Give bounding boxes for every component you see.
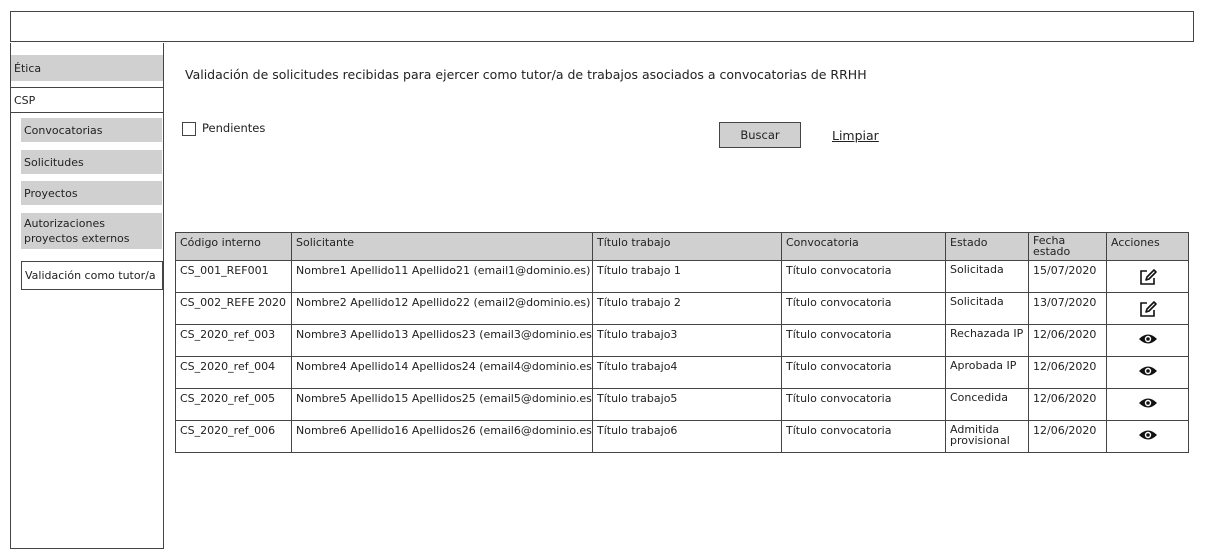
cell-estado: Concedida (945, 388, 1029, 421)
cell-solicitante: Nombre6 Apellido16 Apellidos26 (email6@d… (291, 420, 593, 453)
sidebar-item-label: Autorizaciones proyectos externos (24, 217, 130, 245)
cell-titulo: Título trabajo 1 (592, 260, 782, 293)
cell-solicitante: Nombre4 Apellido14 Apellidos24 (email4@d… (291, 356, 593, 389)
cell-fecha: 15/07/2020 (1028, 260, 1107, 293)
sidebar-item-csp[interactable]: CSP (10, 87, 164, 113)
table-row: CS_2020_ref_004 Nombre4 Apellido14 Apelli… (175, 356, 1189, 389)
sidebar-item-etica[interactable]: Ética (11, 55, 163, 81)
cell-solicitante: Nombre2 Apellido12 Apellido22 (email2@do… (291, 292, 593, 325)
results-table: Código interno Solicitante Título trabaj… (175, 232, 1189, 453)
top-bar (10, 11, 1194, 42)
cell-acciones (1106, 388, 1189, 421)
header-convocatoria[interactable]: Convocatoria (781, 232, 946, 261)
eye-icon[interactable] (1138, 428, 1158, 445)
cell-codigo: CS_2020_ref_003 (175, 324, 292, 357)
sidebar-item-proyectos[interactable]: Proyectos (21, 181, 162, 205)
sidebar-item-label: Validación como tutor/a (25, 269, 156, 282)
sidebar-item-label: CSP (14, 93, 36, 107)
cell-titulo: Título trabajo5 (592, 388, 782, 421)
cell-acciones (1106, 356, 1189, 389)
cell-solicitante: Nombre1 Apellido11 Apellido21 (email1@do… (291, 260, 593, 293)
cell-titulo: Título trabajo6 (592, 420, 782, 453)
header-acciones: Acciones (1106, 232, 1189, 261)
table-row: CS_2020_ref_003 Nombre3 Apellido13 Apelli… (175, 324, 1189, 357)
sidebar-item-label: Solicitudes (24, 155, 84, 169)
cell-convocatoria: Título convocatoria (781, 388, 946, 421)
edit-icon[interactable] (1138, 268, 1158, 289)
cell-acciones (1106, 420, 1189, 453)
header-estado[interactable]: Estado (945, 232, 1029, 261)
cell-estado: Solicitada (945, 260, 1029, 293)
table-header-row: Código interno Solicitante Título trabaj… (175, 232, 1189, 261)
eye-icon[interactable] (1138, 396, 1158, 413)
eye-icon[interactable] (1138, 332, 1158, 349)
search-button[interactable]: Buscar (719, 122, 801, 148)
cell-solicitante: Nombre5 Apellido15 Apellidos25 (email5@d… (291, 388, 593, 421)
sidebar-item-convocatorias[interactable]: Convocatorias (21, 118, 162, 142)
cell-convocatoria: Título convocatoria (781, 420, 946, 453)
cell-fecha: 12/06/2020 (1028, 388, 1107, 421)
cell-convocatoria: Título convocatoria (781, 260, 946, 293)
eye-icon[interactable] (1138, 364, 1158, 381)
edit-icon[interactable] (1138, 300, 1158, 321)
cell-convocatoria: Título convocatoria (781, 324, 946, 357)
cell-acciones (1106, 260, 1189, 293)
sidebar-item-solicitudes[interactable]: Solicitudes (21, 150, 162, 174)
pendientes-checkbox[interactable] (182, 122, 196, 136)
pendientes-label: Pendientes (202, 121, 266, 135)
cell-acciones (1106, 292, 1189, 325)
cell-codigo: CS_001_REF001 (175, 260, 292, 293)
cell-fecha: 12/06/2020 (1028, 324, 1107, 357)
header-titulo[interactable]: Título trabajo (592, 232, 782, 261)
sidebar-item-label: Proyectos (24, 186, 78, 200)
cell-fecha: 12/06/2020 (1028, 420, 1107, 453)
cell-codigo: CS_2020_ref_005 (175, 388, 292, 421)
clear-link[interactable]: Limpiar (832, 128, 879, 143)
cell-titulo: Título trabajo 2 (592, 292, 782, 325)
cell-estado: Aprobada IP (945, 356, 1029, 389)
table-row: CS_2020_ref_006 Nombre6 Apellido16 Apelli… (175, 420, 1189, 453)
cell-codigo: CS_2020_ref_006 (175, 420, 292, 453)
cell-fecha: 12/06/2020 (1028, 356, 1107, 389)
cell-estado: Rechazada IP (945, 324, 1029, 357)
cell-codigo: CS_2020_ref_004 (175, 356, 292, 389)
sidebar-item-autorizaciones[interactable]: Autorizaciones proyectos externos (21, 213, 162, 249)
cell-solicitante: Nombre3 Apellido13 Apellidos23 (email3@d… (291, 324, 593, 357)
table-row: CS_002_REFE 2020 Nombre2 Apellido12 Apell… (175, 292, 1189, 325)
header-codigo[interactable]: Código interno (175, 232, 292, 261)
cell-fecha: 13/07/2020 (1028, 292, 1107, 325)
header-solicitante[interactable]: Solicitante (291, 232, 593, 261)
table-row: CS_2020_ref_005 Nombre5 Apellido15 Apelli… (175, 388, 1189, 421)
header-fecha[interactable]: Fecha estado (1028, 232, 1107, 261)
cell-titulo: Título trabajo4 (592, 356, 782, 389)
cell-convocatoria: Título convocatoria (781, 356, 946, 389)
cell-estado: Admitida provisional (945, 420, 1029, 453)
cell-titulo: Título trabajo3 (592, 324, 782, 357)
cell-acciones (1106, 324, 1189, 357)
sidebar-item-label: Ética (14, 61, 42, 75)
cell-codigo: CS_002_REFE 2020 (175, 292, 292, 325)
sidebar-item-label: Convocatorias (24, 123, 103, 137)
table-row: CS_001_REF001 Nombre1 Apellido11 Apellido… (175, 260, 1189, 293)
cell-estado: Solicitada (945, 292, 1029, 325)
sidebar-item-validacion-tutor[interactable]: Validación como tutor/a (21, 261, 163, 290)
page-title: Validación de solicitudes recibidas para… (185, 67, 867, 82)
search-button-label: Buscar (740, 128, 780, 142)
cell-convocatoria: Título convocatoria (781, 292, 946, 325)
